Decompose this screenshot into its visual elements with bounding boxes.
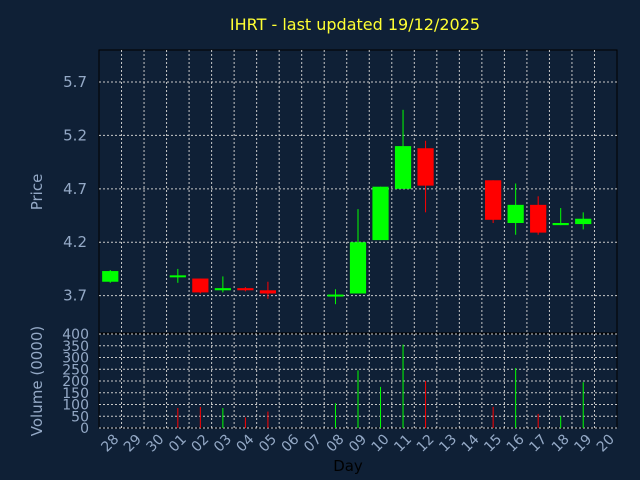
candle-body <box>575 218 592 225</box>
candle-body <box>394 146 412 189</box>
candle-body <box>327 294 344 297</box>
price-tick-label: 3.7 <box>63 287 87 305</box>
price-tick-label: 5.7 <box>63 73 87 91</box>
candle-body <box>214 288 231 291</box>
candle-body <box>552 223 569 226</box>
chart-canvas: IHRT - last updated 19/12/2025 3.7 4.2 4.7… <box>0 0 640 480</box>
chart-title: IHRT - last updated 19/12/2025 <box>230 15 480 34</box>
candle-body <box>417 148 434 186</box>
price-tick-label: 5.2 <box>63 126 87 144</box>
candle-body <box>259 290 277 294</box>
chart-root: IHRT - last updated 19/12/2025 3.7 4.2 4.7… <box>0 0 640 480</box>
x-axis-label: Day <box>333 457 363 475</box>
candle-body <box>507 204 524 224</box>
candle-body <box>237 288 254 291</box>
price-tick-label: 4.2 <box>63 233 87 251</box>
price-tick-label: 4.7 <box>63 180 87 198</box>
candle-body <box>349 242 367 294</box>
price-axis-label: Price <box>28 174 46 211</box>
volume-axis-label: Volume (0000) <box>28 326 46 436</box>
chart-background <box>0 0 640 480</box>
x-axis-ticks: 2829300102030405060708091011121314151617… <box>98 431 617 455</box>
volume-tick-label: 400 <box>62 327 89 343</box>
candle-body <box>530 204 547 233</box>
candle-body <box>192 278 209 293</box>
candle-body <box>485 180 502 220</box>
candle-body <box>372 186 389 241</box>
candle-body <box>102 271 119 282</box>
candle-body <box>169 275 186 278</box>
